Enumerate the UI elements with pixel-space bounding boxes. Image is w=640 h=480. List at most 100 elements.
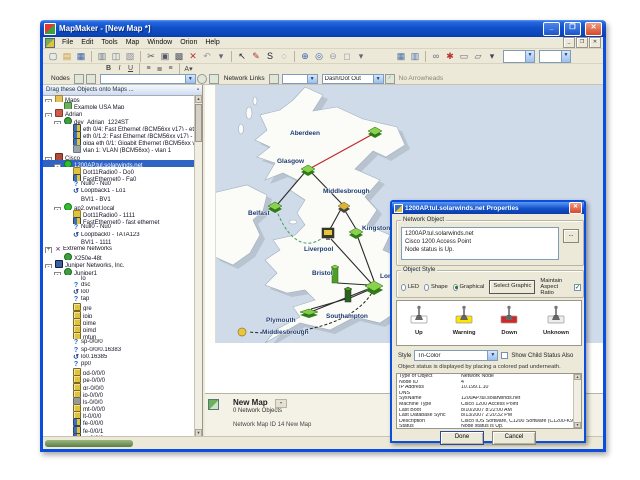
tree-item[interactable]: +✕Extreme Networks [43, 246, 194, 253]
tree-item[interactable]: pe-0/0/0 [43, 375, 194, 382]
tree-item[interactable]: -Cisco [43, 153, 194, 160]
cancel-button[interactable]: Cancel [492, 431, 536, 445]
collapse-icon[interactable]: - [54, 272, 61, 275]
tree-item[interactable]: giga eth 0/1: Gigabit Ethernet (BCM56xx … [43, 138, 194, 145]
toolbar-combo-2[interactable]: ▼ [539, 50, 571, 63]
tree-item[interactable]: ipip [43, 311, 194, 318]
map-node-middlesbrough[interactable] [238, 328, 246, 336]
panel-pin-icon[interactable]: ▪ [197, 85, 199, 95]
collapse-icon[interactable]: - [54, 207, 61, 210]
format-b-icon[interactable]: B [103, 65, 114, 72]
shapes-dropdown-icon[interactable]: ▾ [485, 50, 499, 63]
map-node-southampton[interactable] [344, 287, 352, 302]
tree-item[interactable]: BVI1 - 1111 [43, 239, 194, 246]
tree-item[interactable]: mtun [43, 332, 194, 339]
tree-item[interactable]: ls-0/0/0 [43, 397, 194, 404]
link-shape-icon[interactable]: ∞ [429, 50, 443, 63]
format-a-icon[interactable]: A▾ [183, 65, 194, 73]
collapse-icon[interactable]: - [45, 264, 52, 267]
radio-shape[interactable] [424, 284, 429, 291]
node-style-icon-2[interactable] [86, 74, 96, 84]
style-combo[interactable]: Tri-Color ▼ [414, 350, 498, 361]
link-style-icon[interactable] [269, 74, 279, 84]
select-graphic-button[interactable]: Select Graphic [489, 280, 535, 294]
tree-item[interactable]: mt-0/0/0 [43, 404, 194, 411]
dash-dot-combo[interactable]: Dash/Dot Out▼ [322, 74, 384, 84]
tree-item[interactable]: ↺lo0 [43, 289, 194, 296]
child-restore-button[interactable]: ❐ [576, 37, 588, 48]
menu-window[interactable]: Window [143, 39, 176, 46]
tree-item[interactable]: -Juniper1 [43, 268, 194, 275]
node-style-combo[interactable]: ▼ [100, 74, 196, 84]
menu-map[interactable]: Map [122, 39, 144, 46]
tree-item[interactable]: ?pp0 [43, 361, 194, 368]
menu-edit[interactable]: Edit [77, 39, 97, 46]
status-option-up[interactable]: Up [409, 304, 429, 336]
show-child-status-checkbox[interactable] [501, 352, 508, 359]
tree-item[interactable]: gre [43, 303, 194, 310]
draw-link-tool-icon[interactable]: ✎ [249, 50, 263, 63]
delete-icon[interactable]: ✕ [186, 50, 200, 63]
window-shape-icon[interactable]: ▱ [471, 50, 485, 63]
status-option-unknown[interactable]: Unknown [543, 304, 569, 336]
tree-scrollbar[interactable]: ▲ ▼ [194, 95, 202, 437]
tree-item[interactable]: -ap2.ovnet.local [43, 203, 194, 210]
tree-item[interactable]: X250e-48t [43, 253, 194, 260]
tree-item[interactable]: ↺Loopback1 - Lo1 [43, 188, 194, 195]
tree-item[interactable]: lt-0/0/0 [43, 411, 194, 418]
node-color-icon[interactable] [197, 74, 207, 84]
tree-item[interactable]: FastEthernet0 - fast ethernet [43, 217, 194, 224]
tree-item[interactable]: BVI1 - BV1 [43, 196, 194, 203]
tree-item[interactable]: Dot11Radio0 - Do0 [43, 167, 194, 174]
new-map-icon[interactable]: ▢ [46, 50, 60, 63]
tree-item[interactable]: pime [43, 318, 194, 325]
collapse-icon[interactable]: - [54, 121, 61, 124]
tree-item[interactable]: Dot11Radio0 - 1111 [43, 210, 194, 217]
cut-icon[interactable]: ✂ [144, 50, 158, 63]
tree-item[interactable]: Example USA Map [43, 102, 194, 109]
undo-dropdown-icon[interactable]: ▾ [214, 50, 228, 63]
tree-item[interactable]: -Maps [43, 95, 194, 102]
arrowhead-icon[interactable]: ∕ [385, 74, 395, 84]
status-option-warning[interactable]: Warning [453, 304, 476, 336]
open-map-icon[interactable]: ▤ [60, 50, 74, 63]
pointer-tool-icon[interactable]: ↖ [235, 50, 249, 63]
expand-icon[interactable]: + [45, 247, 52, 253]
collapse-icon[interactable]: - [54, 164, 61, 167]
chevron-down-icon[interactable]: ▼ [185, 75, 195, 83]
format--icon[interactable]: ≡ [165, 65, 176, 72]
zoom-fit-icon[interactable]: ◻ [340, 50, 354, 63]
tree-item[interactable]: FastEthernet0 - Fa0 [43, 174, 194, 181]
link-style-combo[interactable]: ▼ [282, 74, 318, 84]
print-preview-icon[interactable]: ◫ [109, 50, 123, 63]
tree-item[interactable]: vlan 1: VLAN (BCM56xx) - vlan 1 [43, 145, 194, 152]
title-bar[interactable]: MapMaker - [New Map *] _ ❐ ✕ [40, 20, 606, 37]
tree-item[interactable]: pimd [43, 325, 194, 332]
menu-tools[interactable]: Tools [97, 39, 121, 46]
node-style-icon[interactable] [74, 74, 84, 84]
export-icon[interactable]: ▧ [123, 50, 137, 63]
zoom-out-icon[interactable]: ⊖ [326, 50, 340, 63]
tree-item[interactable]: -1200AP.tul.solarwinds.net [43, 160, 194, 167]
menu-help[interactable]: Help [201, 39, 223, 46]
radio-graphical[interactable] [453, 284, 458, 291]
tree-item[interactable]: -dev_Adrian_1224ST [43, 117, 194, 124]
copy-icon[interactable]: ▣ [158, 50, 172, 63]
minimize-button[interactable]: _ [543, 22, 560, 36]
tree-item[interactable]: ?Null0 - Nu0 [43, 224, 194, 231]
curve-tool-icon[interactable]: S [263, 50, 277, 63]
format--icon[interactable]: ≡ [143, 65, 154, 72]
dialog-close-icon[interactable]: ✕ [569, 202, 582, 214]
menu-orion[interactable]: Orion [176, 39, 201, 46]
tree-item[interactable]: fe-0/0/0 [43, 418, 194, 425]
node-fill-icon[interactable] [209, 74, 219, 84]
toolbar-combo-1[interactable]: ▼ [503, 50, 535, 63]
zoom-in-icon[interactable]: ⊕ [298, 50, 312, 63]
tree-item[interactable]: ↺Loopback0 - TATA123 [43, 232, 194, 239]
child-close-button[interactable]: ✕ [589, 37, 601, 48]
aspect-ratio-checkbox[interactable]: ✓ [574, 284, 581, 291]
paste-icon[interactable]: ▩ [172, 50, 186, 63]
dialog-title-bar[interactable]: 1200AP.tul.solarwinds.net Properties ✕ [392, 202, 584, 214]
radio-led[interactable] [401, 284, 406, 291]
zoom-dropdown-icon[interactable]: ▾ [354, 50, 368, 63]
